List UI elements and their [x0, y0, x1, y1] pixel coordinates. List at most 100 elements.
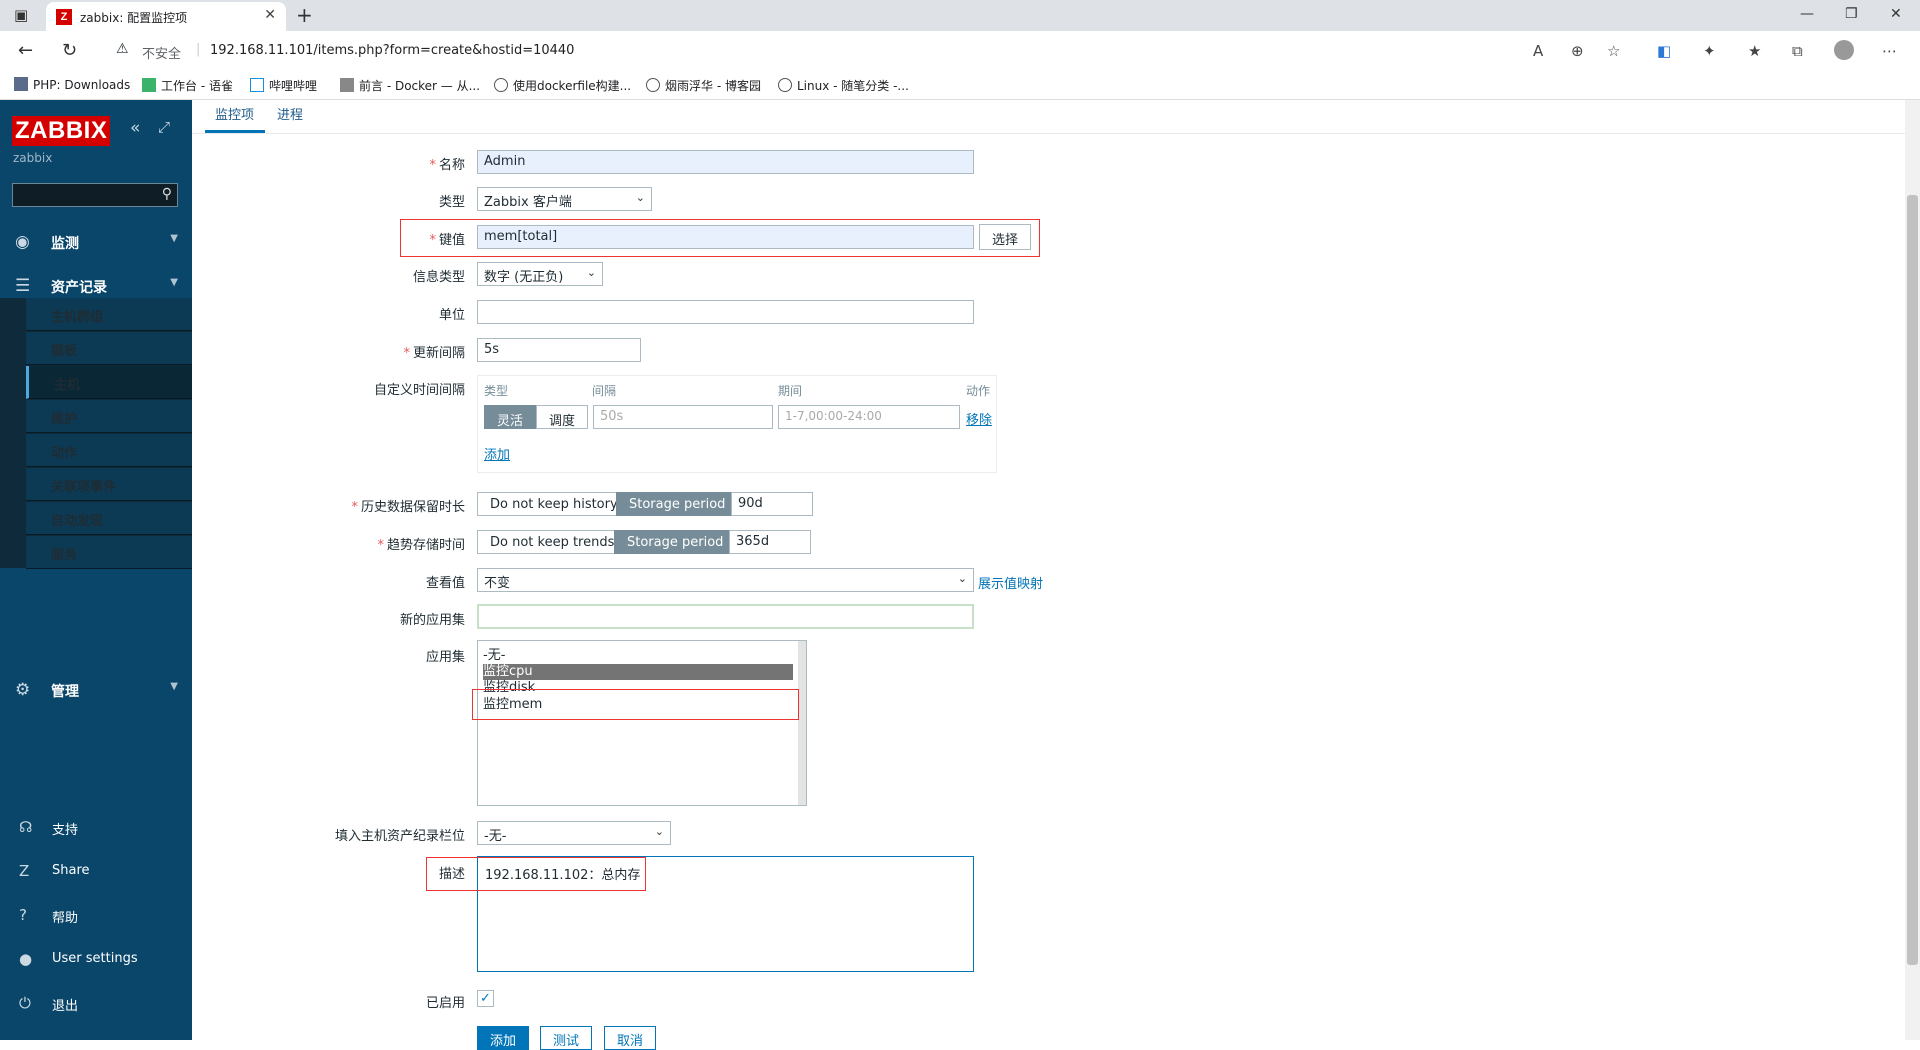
new-tab-icon[interactable]: + — [296, 3, 313, 27]
custom-intervals-label: 自定义时间间隔 — [373, 383, 465, 398]
application-option-selected[interactable]: 监控cpu — [483, 664, 793, 680]
cnblogs-icon — [778, 78, 792, 92]
bookmark-php[interactable]: PHP: Downloads — [14, 77, 130, 92]
browser-tab-title: zabbix: 配置监控项 — [80, 11, 188, 25]
inventory-field-select[interactable]: -无- ⌄ — [477, 821, 671, 845]
back-icon[interactable]: ← — [18, 40, 33, 61]
inventory-field-label: 填入主机资产纪录栏位 — [334, 829, 465, 844]
bookmark-bilibili[interactable]: 哔哩哔哩 — [250, 77, 317, 94]
scheduling-toggle[interactable]: 调度 — [536, 405, 588, 429]
url-text[interactable]: 192.168.11.101/items.php?form=create&hos… — [210, 43, 574, 58]
new-application-input[interactable] — [477, 604, 974, 629]
power-icon: ⏻ — [19, 994, 31, 1012]
interval-input[interactable]: 50s — [593, 405, 773, 429]
application-option[interactable]: -无- — [483, 648, 793, 664]
tab-actions-icon[interactable]: ▣ — [14, 6, 28, 24]
share-z-icon: Z — [19, 862, 30, 880]
name-input[interactable]: Admin — [477, 150, 974, 174]
show-value-select[interactable]: 不变 ⌄ — [477, 568, 974, 592]
translate-icon[interactable]: ◧ — [1657, 42, 1671, 60]
submenu-services[interactable]: 服务 — [26, 536, 192, 569]
help-icon: ? — [19, 906, 27, 924]
trends-period-input[interactable]: 365d — [729, 530, 811, 554]
search-icon[interactable]: ⚲ — [162, 186, 172, 202]
sidebar-search-input[interactable]: ⚲ — [12, 183, 178, 207]
info-type-label: 信息类型 — [412, 270, 465, 285]
collections-icon[interactable]: ⧉ — [1792, 42, 1803, 60]
info-type-select[interactable]: 数字 (无正负) ⌄ — [477, 262, 603, 286]
page-scrollbar-thumb[interactable] — [1907, 195, 1918, 965]
update-interval-label: * 更新间隔 — [403, 346, 465, 361]
omnibox[interactable]: ⚠ 不安全 | 192.168.11.101/items.php?form=cr… — [104, 36, 1604, 66]
refresh-icon[interactable]: ↻ — [62, 40, 77, 61]
favorite-add-icon[interactable]: ☆ — [1607, 42, 1620, 60]
bookmark-cnblogs[interactable]: 烟雨浮华 - 博客园 — [646, 77, 761, 94]
listbox-scrollbar[interactable] — [798, 641, 806, 805]
value-mapping-link[interactable]: 展示值映射 — [978, 573, 1043, 592]
nav-user-settings[interactable]: ● User settings — [0, 940, 192, 980]
type-select[interactable]: Zabbix 客户端 ⌄ — [477, 187, 652, 211]
history-storage-period-toggle[interactable]: Storage period — [616, 492, 739, 516]
col-period: 期间 — [778, 384, 803, 398]
add-button[interactable]: 添加 — [477, 1026, 530, 1050]
more-icon[interactable]: ⋯ — [1882, 42, 1897, 60]
cancel-button[interactable]: 取消 — [604, 1026, 657, 1050]
chevron-down-icon: ⌄ — [635, 191, 645, 204]
history-period-input[interactable]: 90d — [731, 492, 813, 516]
bookmark-yuque[interactable]: 工作台 - 语雀 — [142, 77, 233, 94]
remove-interval-link[interactable]: 移除 — [966, 409, 992, 428]
read-aloud-icon[interactable]: A — [1533, 42, 1543, 60]
restore-icon[interactable]: ❐ — [1845, 6, 1858, 22]
nav-help[interactable]: ? 帮助 — [0, 896, 192, 936]
bookmark-docker[interactable]: 前言 - Docker — 从... — [340, 77, 480, 94]
close-tab-icon[interactable]: ✕ — [264, 7, 276, 23]
tab-processing[interactable]: 进程 — [277, 104, 303, 123]
menu-administration[interactable]: ⚙ 管理 ▼ — [0, 668, 192, 712]
tab-items[interactable]: 监控项 — [215, 104, 254, 123]
history-label: * 历史数据保留时长 — [351, 500, 465, 515]
submenu-host-groups[interactable]: 主机群组 — [26, 298, 192, 331]
browser-tab[interactable]: Z zabbix: 配置监控项 ✕ — [46, 2, 286, 31]
history-do-not-keep-toggle[interactable]: Do not keep history — [477, 492, 631, 516]
submenu-event-correlation[interactable]: 关联项事件 — [26, 468, 192, 501]
docker-icon — [340, 78, 354, 92]
units-input[interactable] — [477, 300, 974, 324]
profile-avatar[interactable] — [1834, 40, 1854, 60]
nav-support[interactable]: ☊ 支持 — [0, 808, 192, 848]
collapse-sidebar-icon[interactable]: « — [130, 118, 140, 138]
close-window-icon[interactable]: ✕ — [1890, 6, 1902, 22]
server-name: zabbix — [13, 151, 53, 165]
applications-listbox[interactable]: -无- 监控cpu 监控disk 监控mem — [477, 640, 807, 806]
extensions-icon[interactable]: ✦ — [1703, 42, 1716, 60]
trends-do-not-keep-toggle[interactable]: Do not keep trends — [477, 530, 628, 554]
add-interval-link[interactable]: 添加 — [484, 444, 510, 463]
submenu-hosts[interactable]: 主机 — [26, 366, 192, 399]
enabled-checkbox[interactable]: ✓ — [477, 990, 494, 1007]
name-label: * 名称 — [429, 158, 465, 173]
type-label: 类型 — [438, 195, 465, 210]
test-button[interactable]: 测试 — [540, 1026, 593, 1050]
kiosk-mode-icon[interactable]: ⤢ — [158, 118, 170, 136]
submenu-maintenance[interactable]: 维护 — [26, 400, 192, 433]
update-interval-input[interactable]: 5s — [477, 338, 641, 362]
bookmark-linux[interactable]: Linux - 随笔分类 -... — [778, 77, 909, 94]
menu-monitoring[interactable]: ◉ 监测 ▼ — [0, 220, 192, 264]
nav-logout[interactable]: ⏻ 退出 — [0, 984, 192, 1024]
submenu-actions[interactable]: 动作 — [26, 434, 192, 467]
chevron-down-icon: ▼ — [170, 277, 178, 288]
nav-share[interactable]: Z Share — [0, 852, 192, 892]
flexible-toggle[interactable]: 灵活 — [484, 405, 536, 429]
trends-storage-period-toggle[interactable]: Storage period — [614, 530, 737, 554]
php-icon — [14, 77, 28, 91]
tab-divider — [192, 133, 1905, 134]
zabbix-logo[interactable]: ZABBIX — [12, 116, 111, 146]
submenu-templates[interactable]: 模板 — [26, 332, 192, 365]
submenu-discovery[interactable]: 自动发现 — [26, 502, 192, 535]
period-input[interactable]: 1-7,00:00-24:00 — [778, 405, 960, 429]
bookmark-dockerfile[interactable]: 使用dockerfile构建... — [494, 77, 631, 94]
minimize-icon[interactable]: — — [1800, 6, 1814, 22]
zoom-icon[interactable]: ⊕ — [1571, 42, 1584, 60]
favorites-icon[interactable]: ★ — [1748, 42, 1761, 60]
annotation-highlight — [472, 689, 799, 720]
new-application-label: 新的应用集 — [399, 613, 465, 628]
